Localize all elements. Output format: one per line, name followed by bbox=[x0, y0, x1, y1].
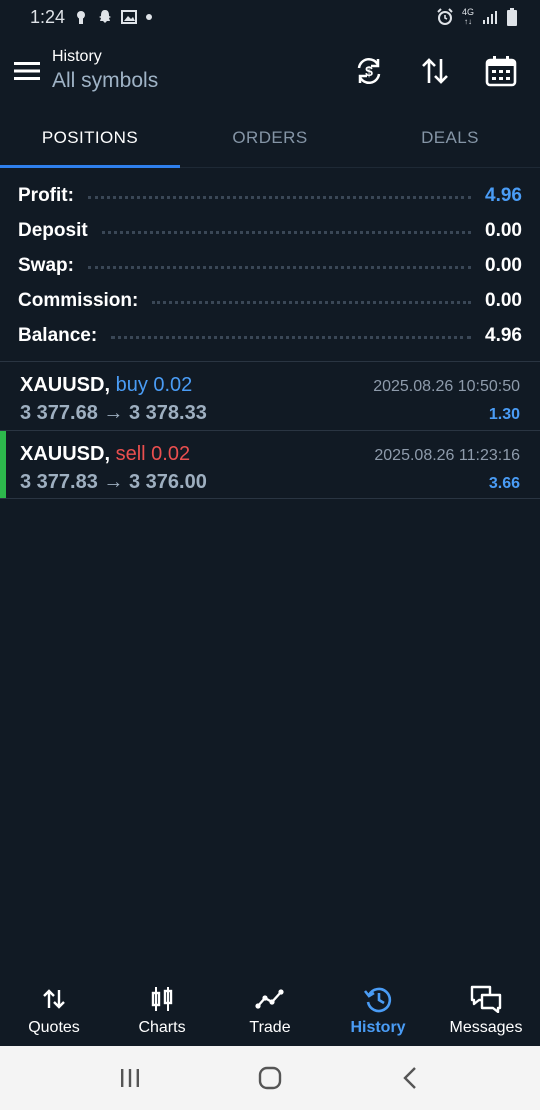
gallery-icon bbox=[121, 9, 138, 25]
positions-list: XAUUSD, buy 0.02 2025.08.26 10:50:50 3 3… bbox=[0, 361, 540, 499]
position-datetime: 2025.08.26 10:50:50 bbox=[373, 378, 520, 395]
position-symbol: XAUUSD, bbox=[20, 443, 111, 465]
title-block[interactable]: History All symbols bbox=[52, 47, 332, 95]
nav-charts[interactable]: Charts bbox=[108, 976, 216, 1046]
position-profit: 3.66 bbox=[488, 475, 520, 492]
sort-button[interactable] bbox=[406, 47, 464, 95]
swap-value: 0.00 bbox=[485, 254, 522, 276]
position-prices: 3 377.68 → 3 378.33 bbox=[20, 402, 207, 424]
home-icon bbox=[258, 1066, 282, 1090]
recent-apps-icon bbox=[121, 1069, 139, 1087]
nav-trade[interactable]: Trade bbox=[216, 976, 324, 1046]
tab-orders[interactable]: ORDERS bbox=[180, 108, 360, 167]
dot-icon bbox=[145, 13, 153, 21]
tab-positions[interactable]: POSITIONS bbox=[0, 108, 180, 168]
nav-messages-label: Messages bbox=[449, 1019, 523, 1036]
quotes-arrows-icon bbox=[42, 985, 66, 1013]
home-button[interactable] bbox=[240, 1053, 300, 1103]
nav-quotes-label: Quotes bbox=[28, 1019, 80, 1036]
alarm-icon bbox=[436, 8, 454, 26]
network-label: 4G bbox=[461, 7, 474, 17]
recent-apps-button[interactable] bbox=[100, 1053, 160, 1103]
notification-icon bbox=[73, 9, 89, 25]
back-button[interactable] bbox=[380, 1053, 440, 1103]
summary-row-balance: Balance: 4.96 bbox=[18, 318, 522, 353]
menu-button[interactable] bbox=[14, 58, 40, 84]
back-icon bbox=[403, 1067, 416, 1089]
dotted-leader bbox=[87, 196, 472, 199]
position-prices: 3 377.83 → 3 376.00 bbox=[20, 471, 207, 493]
nav-quotes[interactable]: Quotes bbox=[0, 976, 108, 1046]
nav-history[interactable]: History bbox=[324, 976, 432, 1046]
dotted-leader bbox=[101, 231, 472, 234]
page-title: All symbols bbox=[52, 69, 159, 92]
commission-value: 0.00 bbox=[485, 289, 522, 311]
position-row-selected[interactable]: XAUUSD, sell 0.02 2025.08.26 11:23:16 3 … bbox=[0, 430, 540, 499]
position-datetime: 2025.08.26 11:23:16 bbox=[374, 447, 520, 464]
trade-line-icon bbox=[255, 985, 285, 1013]
profit-value: 4.96 bbox=[485, 184, 522, 206]
nav-history-label: History bbox=[350, 1019, 406, 1036]
dotted-leader bbox=[87, 266, 472, 269]
dotted-leader bbox=[152, 301, 472, 304]
balance-value: 4.96 bbox=[485, 324, 522, 346]
dotted-leader bbox=[111, 336, 472, 339]
currency-exchange-button[interactable]: $ bbox=[340, 47, 398, 95]
summary-row-swap: Swap: 0.00 bbox=[18, 248, 522, 283]
position-profit: 1.30 bbox=[488, 406, 520, 423]
status-time: 1:24 bbox=[30, 6, 66, 27]
nav-charts-label: Charts bbox=[138, 1019, 186, 1036]
nav-messages[interactable]: Messages bbox=[432, 976, 540, 1046]
calendar-icon bbox=[485, 56, 517, 87]
hamburger-icon bbox=[14, 62, 40, 80]
chat-bubbles-icon bbox=[470, 985, 502, 1013]
network-type-icon: 4G ↑↓ bbox=[461, 7, 474, 27]
summary-row-commission: Commission: 0.00 bbox=[18, 283, 522, 318]
candlestick-icon bbox=[150, 985, 174, 1013]
balance-label: Balance: bbox=[18, 324, 98, 346]
summary-row-deposit: Deposit 0.00 bbox=[18, 213, 522, 248]
currency-exchange-icon: $ bbox=[357, 58, 381, 84]
position-side-volume: buy 0.02 bbox=[115, 374, 193, 396]
commission-label: Commission: bbox=[18, 289, 139, 311]
swap-label: Swap: bbox=[18, 254, 74, 276]
position-row[interactable]: XAUUSD, buy 0.02 2025.08.26 10:50:50 3 3… bbox=[0, 361, 540, 430]
nav-trade-label: Trade bbox=[249, 1019, 291, 1036]
signal-icon bbox=[482, 10, 498, 24]
profit-label: Profit: bbox=[18, 184, 74, 206]
page-subtitle: History bbox=[52, 48, 102, 65]
toolbar: History All symbols $ bbox=[0, 34, 540, 108]
svg-text:$: $ bbox=[365, 63, 373, 79]
deposit-label: Deposit bbox=[18, 219, 88, 241]
summary-panel: Profit: 4.96 Deposit 0.00 Swap: 0.00 Com… bbox=[0, 168, 540, 361]
bottom-navigation: Quotes Charts Trade History Messages bbox=[0, 976, 540, 1046]
snapchat-icon bbox=[97, 9, 113, 25]
tab-bar: POSITIONS ORDERS DEALS bbox=[0, 108, 540, 168]
history-clock-icon bbox=[363, 985, 393, 1013]
system-navigation-bar bbox=[0, 1046, 540, 1110]
calendar-button[interactable] bbox=[472, 47, 530, 95]
deposit-value: 0.00 bbox=[485, 219, 522, 241]
summary-row-profit: Profit: 4.96 bbox=[18, 178, 522, 213]
status-bar: 1:24 4G ↑↓ bbox=[0, 0, 540, 34]
position-symbol: XAUUSD, bbox=[20, 374, 111, 396]
battery-icon bbox=[506, 8, 518, 26]
position-side-volume: sell 0.02 bbox=[115, 443, 191, 465]
sort-arrows-icon bbox=[422, 58, 448, 84]
tab-deals[interactable]: DEALS bbox=[360, 108, 540, 167]
